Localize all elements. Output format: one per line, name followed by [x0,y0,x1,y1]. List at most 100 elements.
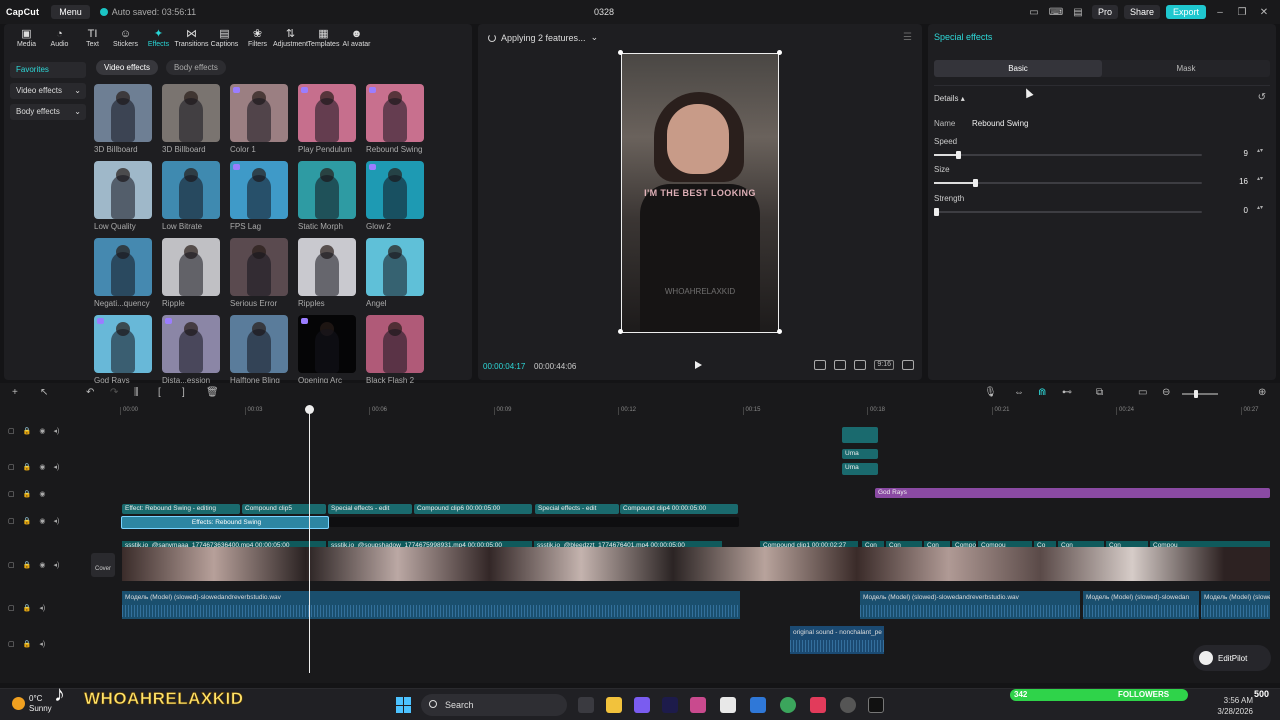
layout-icon[interactable]: ▭ [1026,5,1042,19]
category-video-effects[interactable]: Video effects ⌄ [10,83,86,99]
effect-thumbnail[interactable] [162,84,220,142]
selected-effect-clip[interactable]: Effects: Rebound Swing [121,516,329,529]
copilot-icon[interactable] [634,697,650,713]
stepper-icon[interactable]: ▴▾ [1256,148,1264,160]
maximize-icon[interactable]: ❐ [1234,5,1250,19]
close-icon[interactable]: ✕ [1256,5,1272,19]
audio-icon[interactable]: ◂) [39,640,45,652]
effect-tile[interactable]: 3D Billboard [162,84,220,156]
effect-thumbnail[interactable] [230,238,288,296]
audio-icon[interactable]: ◂) [53,517,59,529]
player-menu-icon[interactable]: ☰ [903,32,912,43]
resize-handle[interactable] [618,50,623,55]
clock[interactable]: 3:56 AM 3/28/2026 [1211,695,1253,717]
magnet-icon[interactable]: ⋒ [1038,387,1046,398]
lock-icon[interactable]: 🔒 [23,561,32,573]
task-view-icon[interactable] [578,697,594,713]
zoom-knob[interactable] [1194,390,1198,398]
effect-tile[interactable]: Color 1 [230,84,288,156]
effect-thumbnail[interactable] [94,84,152,142]
playhead-handle[interactable] [305,405,314,414]
toolbar-item-text[interactable]: TI Text [76,28,109,50]
effect-thumbnail[interactable] [230,315,288,373]
export-button[interactable]: Export [1165,5,1206,19]
time-ruler[interactable]: 00:00 00:03 00:06 00:09 00:12 00:15 00:18 00:21… [120,407,1280,417]
toolbar-item-adjustment[interactable]: ⇅ Adjustment [273,28,308,50]
param-slider[interactable] [934,208,1202,216]
subtab-video-effects[interactable]: Video effects [96,60,158,75]
capcut-icon[interactable] [868,697,884,713]
uma-clip[interactable]: Uma [842,449,878,459]
effect-thumbnail[interactable] [162,238,220,296]
effect-thumbnail[interactable] [230,161,288,219]
effect-clip[interactable]: Special effects - edit [535,504,619,514]
editpilot-button[interactable]: EditPilot [1193,645,1271,671]
app-icon[interactable] [690,697,706,713]
crop-icon[interactable] [814,360,827,370]
param-slider[interactable] [934,179,1202,187]
reset-icon[interactable]: ↺ [1258,92,1266,103]
effect-clip[interactable]: Compound clip4 00:00:05:00 [620,504,738,514]
tiktok-app-icon[interactable] [810,697,826,713]
effect-tile[interactable]: Low Quality [94,161,152,233]
effect-thumbnail[interactable] [94,161,152,219]
track-type-icon[interactable]: ▢ [8,490,15,502]
resize-handle[interactable] [618,329,623,334]
effect-tile[interactable]: Serious Error [230,238,288,310]
notes-icon[interactable]: ▤ [1070,5,1086,19]
stepper-icon[interactable]: ▴▾ [1256,205,1264,217]
toolbar-item-effects[interactable]: ✦ Effects [142,28,175,50]
full-quality-icon[interactable] [834,360,847,370]
slider-knob[interactable] [955,151,961,159]
effect-tile[interactable]: Ripple [162,238,220,310]
eye-icon[interactable]: ◉ [39,517,45,529]
effect-thumbnail[interactable] [94,315,152,373]
eye-icon[interactable]: ◉ [39,463,45,475]
lock-icon[interactable]: 🔒 [23,604,32,616]
effect-tile[interactable]: Low Bitrate [162,161,220,233]
lock-icon[interactable]: 🔒 [23,490,32,502]
split-icon[interactable]: ⫼ [134,387,139,398]
effect-clip[interactable]: Compound clip6 00:00:05:00 [414,504,532,514]
audio-icon[interactable]: ◂) [39,604,45,616]
video-track[interactable] [122,547,1270,581]
effect-thumbnail[interactable] [366,161,424,219]
track-type-icon[interactable]: ▢ [8,463,15,475]
menu-button[interactable]: Menu [51,5,90,19]
track-type-icon[interactable]: ▢ [8,517,15,529]
lock-icon[interactable]: 🔒 [23,640,32,652]
toolbar-item-media[interactable]: ▣ Media [10,28,43,50]
delete-icon[interactable]: 🗑 [206,387,219,398]
audio-clip[interactable]: Модель (Model) (slowe [1201,591,1270,619]
store-icon[interactable] [720,697,736,713]
effect-tile[interactable]: Ripples [298,238,356,310]
details-toggle[interactable]: Details ▴ [934,94,965,103]
toolbar-item-captions[interactable]: ▤ Captions [208,28,241,50]
lock-icon[interactable]: 🔒 [23,463,32,475]
track-type-icon[interactable]: ▢ [8,427,15,439]
effect-tile[interactable]: 3D Billboard [94,84,152,156]
effect-tile[interactable]: Static Morph [298,161,356,233]
effect-thumbnail[interactable] [366,315,424,373]
effect-tile[interactable]: Black Flash 2 [366,315,424,387]
audio-clip[interactable]: Модель (Model) (slowed)-slowedandreverbs… [122,591,740,619]
compound-clip[interactable] [329,517,739,527]
lock-icon[interactable]: 🔒 [23,427,32,439]
resize-handle[interactable] [777,50,782,55]
category-favorites[interactable]: Favorites [10,62,86,78]
toolbar-item-templates[interactable]: ▦ Templates [307,28,340,50]
video-preview[interactable]: I'M THE BEST LOOKING WHOAHRELAXKID [621,53,779,333]
effect-tile[interactable]: Play Pendulum [298,84,356,156]
effect-tile[interactable]: FPS Lag [230,161,288,233]
audio-icon[interactable]: ◂) [53,561,59,573]
zoom-slider[interactable] [1182,390,1218,398]
effect-thumbnail[interactable] [162,161,220,219]
effect-thumbnail[interactable] [230,84,288,142]
toolbar-item-transitions[interactable]: ⋈ Transitions [175,28,209,50]
eye-icon[interactable]: ◉ [39,427,45,439]
effect-tile[interactable]: Glow 2 [366,161,424,233]
chevron-down-icon[interactable]: ⌄ [591,32,599,43]
obs-icon[interactable] [840,697,856,713]
microphone-icon[interactable]: 🎙 [984,387,997,398]
god-rays-clip[interactable]: God Rays [875,488,1270,498]
